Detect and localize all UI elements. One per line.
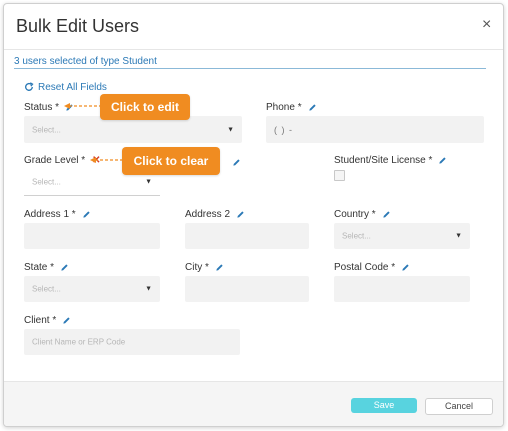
pencil-icon[interactable] — [215, 263, 224, 275]
address1-label: Address 1 * — [24, 209, 91, 222]
address2-label: Address 2 — [185, 209, 245, 222]
phone-label: Phone * — [266, 102, 317, 115]
license-label-text: Student/Site License * — [334, 155, 433, 166]
dialog-header: Bulk Edit Users × — [4, 4, 503, 50]
state-select[interactable]: Select... ▼ — [24, 276, 160, 302]
reset-label: Reset All Fields — [38, 82, 107, 93]
status-placeholder: Select... — [32, 125, 61, 134]
arrow-icon — [64, 103, 100, 109]
save-button[interactable]: Save — [351, 398, 417, 413]
client-field[interactable]: Client Name or ERP Code — [24, 329, 240, 355]
pencil-icon[interactable] — [438, 156, 447, 168]
phone-label-text: Phone * — [266, 102, 302, 113]
click-to-edit-callout: Click to edit — [100, 94, 190, 120]
state-placeholder: Select... — [32, 284, 61, 294]
pencil-icon[interactable] — [401, 263, 410, 275]
caret-down-icon: ▼ — [455, 232, 462, 240]
address1-field[interactable] — [24, 223, 160, 249]
selection-summary: 3 users selected of type Student — [14, 56, 157, 67]
pencil-icon[interactable] — [232, 154, 241, 172]
arrow-icon — [90, 157, 122, 163]
country-select[interactable]: Select... ▼ — [334, 223, 470, 249]
grade-level-label-text: Grade Level * — [24, 155, 86, 166]
postal-code-field[interactable] — [334, 276, 470, 302]
caret-down-icon: ▼ — [145, 178, 152, 186]
dialog-footer: Save Cancel — [4, 381, 503, 426]
state-label-text: State * — [24, 262, 55, 273]
address2-field[interactable] — [185, 223, 309, 249]
client-label-text: Client * — [24, 315, 57, 326]
status-label-text: Status * — [24, 102, 60, 113]
client-placeholder: Client Name or ERP Code — [32, 337, 126, 347]
pencil-icon[interactable] — [82, 210, 91, 222]
license-checkbox[interactable] — [334, 170, 345, 181]
license-label: Student/Site License * — [334, 155, 447, 168]
reset-all-fields-link[interactable]: Reset All Fields — [24, 82, 107, 93]
state-label: State * — [24, 262, 69, 275]
city-label: City * — [185, 262, 224, 275]
postal-code-label: Postal Code * — [334, 262, 410, 275]
pencil-icon[interactable] — [62, 316, 71, 328]
address2-label-text: Address 2 — [185, 209, 231, 220]
client-label: Client * — [24, 315, 71, 328]
refresh-icon — [25, 82, 34, 91]
postal-code-label-text: Postal Code * — [334, 262, 396, 273]
country-label: Country * — [334, 209, 391, 222]
cancel-button[interactable]: Cancel — [425, 398, 493, 415]
phone-field[interactable]: ( ) - — [266, 116, 484, 143]
pencil-icon[interactable] — [308, 103, 317, 115]
country-placeholder: Select... — [342, 231, 371, 241]
country-label-text: Country * — [334, 209, 376, 220]
dialog-title: Bulk Edit Users — [16, 16, 140, 36]
city-field[interactable] — [185, 276, 309, 302]
pencil-icon[interactable] — [382, 210, 391, 222]
grade-level-placeholder: Select... — [32, 177, 61, 187]
bulk-edit-dialog: Bulk Edit Users × 3 users selected of ty… — [3, 3, 504, 427]
caret-down-icon: ▼ — [227, 126, 234, 133]
status-select[interactable]: Select... ▼ — [24, 116, 242, 143]
address1-label-text: Address 1 * — [24, 209, 76, 220]
close-icon[interactable]: × — [482, 16, 491, 34]
city-label-text: City * — [185, 262, 209, 273]
divider — [14, 68, 486, 69]
pencil-icon[interactable] — [236, 210, 245, 222]
click-to-clear-callout: Click to clear — [122, 147, 220, 175]
caret-down-icon: ▼ — [145, 285, 152, 293]
phone-value: ( ) - — [274, 124, 293, 135]
pencil-icon[interactable] — [60, 263, 69, 275]
